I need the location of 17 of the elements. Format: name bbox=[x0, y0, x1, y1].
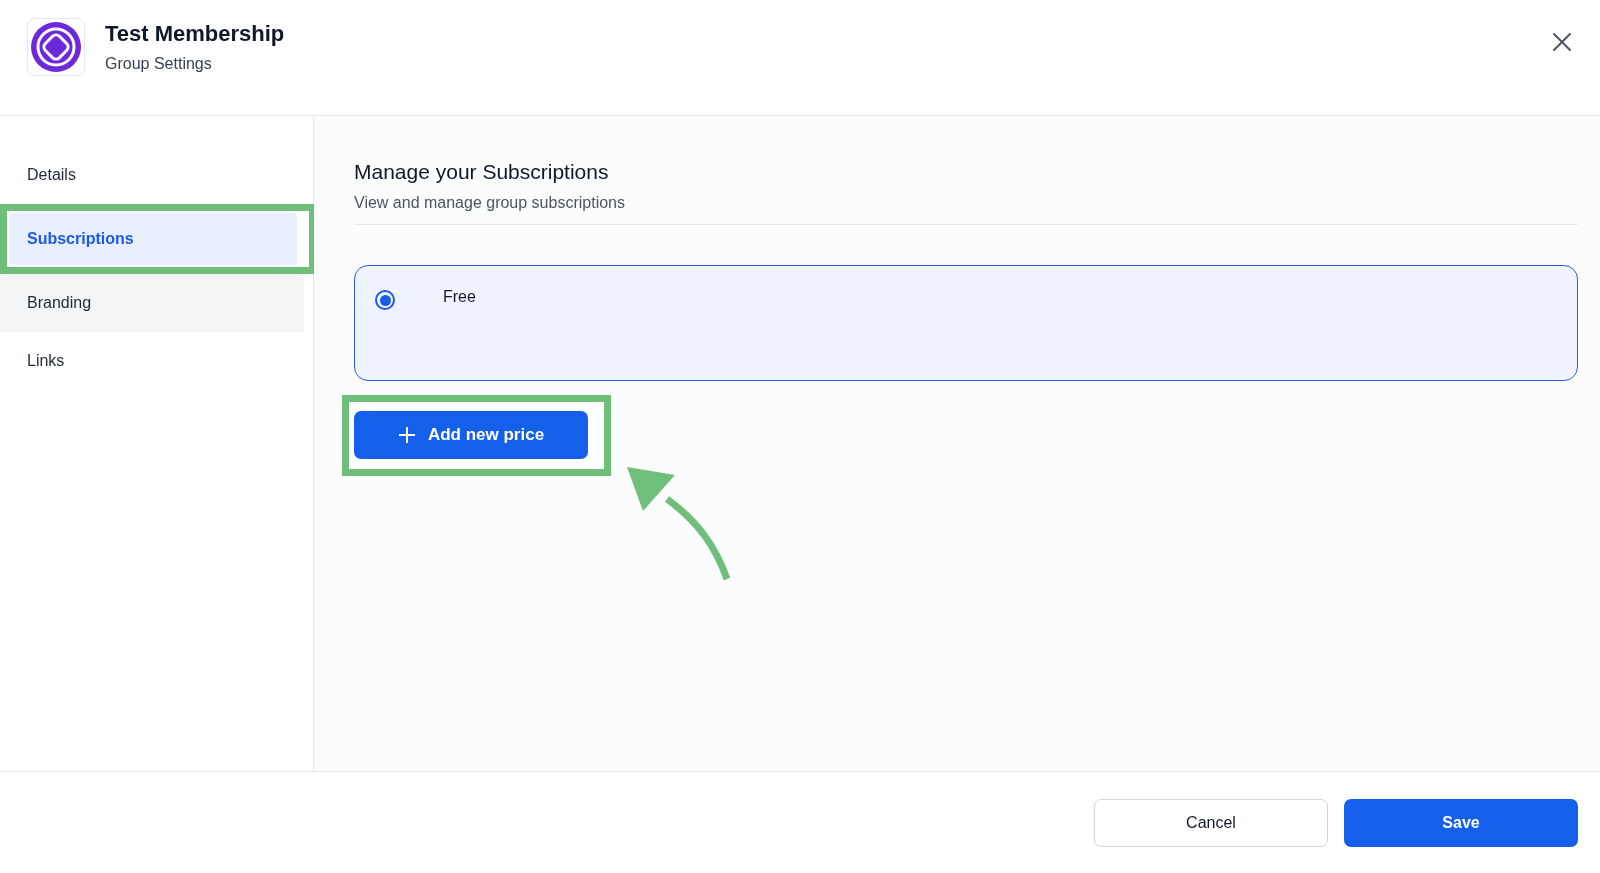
section-subtitle: View and manage group subscriptions bbox=[354, 194, 626, 212]
sidebar-item[interactable]: Subscriptions bbox=[9, 213, 297, 265]
cancel-button[interactable]: Cancel bbox=[1094, 798, 1328, 847]
plus-icon bbox=[397, 426, 416, 444]
sidebar-item[interactable]: Branding bbox=[0, 274, 304, 332]
group-subtitle: Group Settings bbox=[105, 55, 213, 73]
price-label: Free bbox=[443, 288, 476, 306]
sidebar-item[interactable]: Links bbox=[0, 332, 304, 390]
app-logo-icon bbox=[27, 18, 85, 76]
add-price-button[interactable]: Add new price bbox=[354, 411, 588, 459]
section-title: Manage your Subscriptions bbox=[354, 160, 610, 184]
close-icon[interactable] bbox=[1552, 32, 1572, 52]
price-option-card[interactable]: Free bbox=[354, 265, 1578, 381]
save-button[interactable]: Save bbox=[1344, 798, 1578, 847]
sidebar-item[interactable]: Details bbox=[0, 146, 304, 204]
radio-button[interactable] bbox=[375, 290, 395, 310]
group-title: Test Membership bbox=[105, 21, 285, 47]
